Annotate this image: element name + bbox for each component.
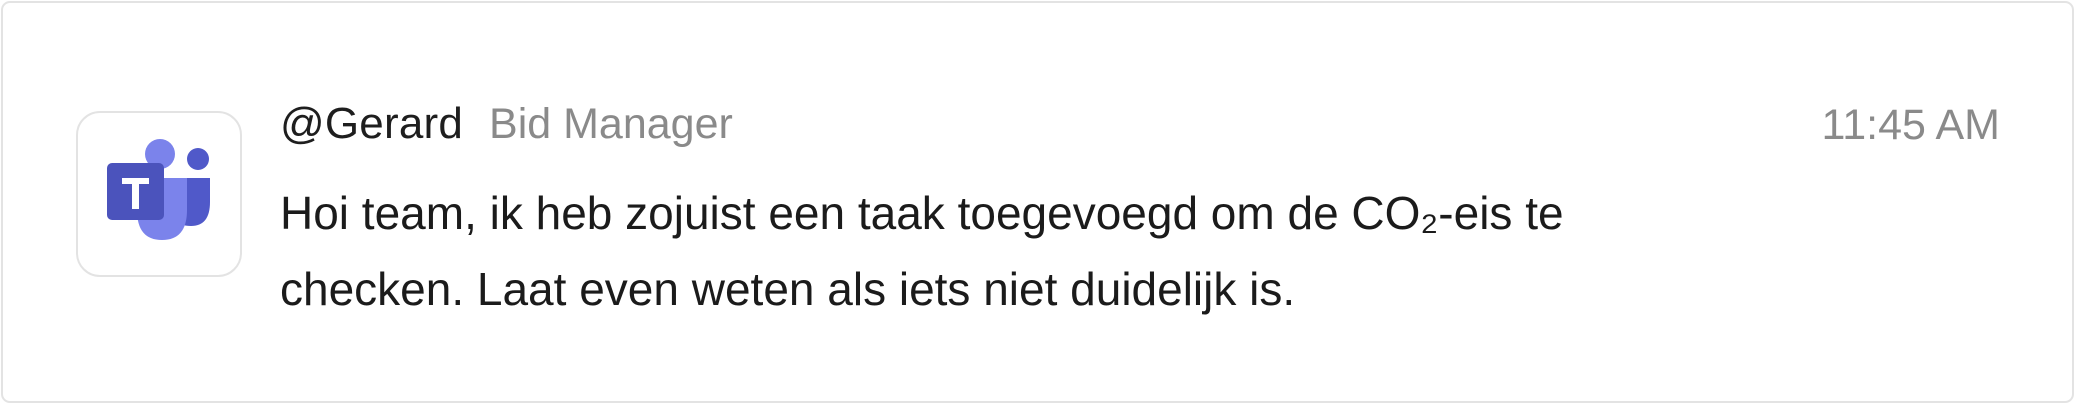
message-body: Hoi team, ik heb zojuist een taak toegev… — [280, 187, 1564, 315]
message-header: @Gerard Bid Manager — [280, 99, 733, 159]
microsoft-teams-icon — [107, 139, 210, 240]
sender-mention[interactable]: @Gerard — [280, 99, 463, 149]
message-card: @Gerard Bid Manager 11:45 AM Hoi team, i… — [1, 1, 2074, 403]
sender-role: Bid Manager — [489, 100, 733, 148]
message-timestamp: 11:45 AM — [1821, 101, 2001, 149]
app-avatar[interactable] — [76, 111, 242, 277]
